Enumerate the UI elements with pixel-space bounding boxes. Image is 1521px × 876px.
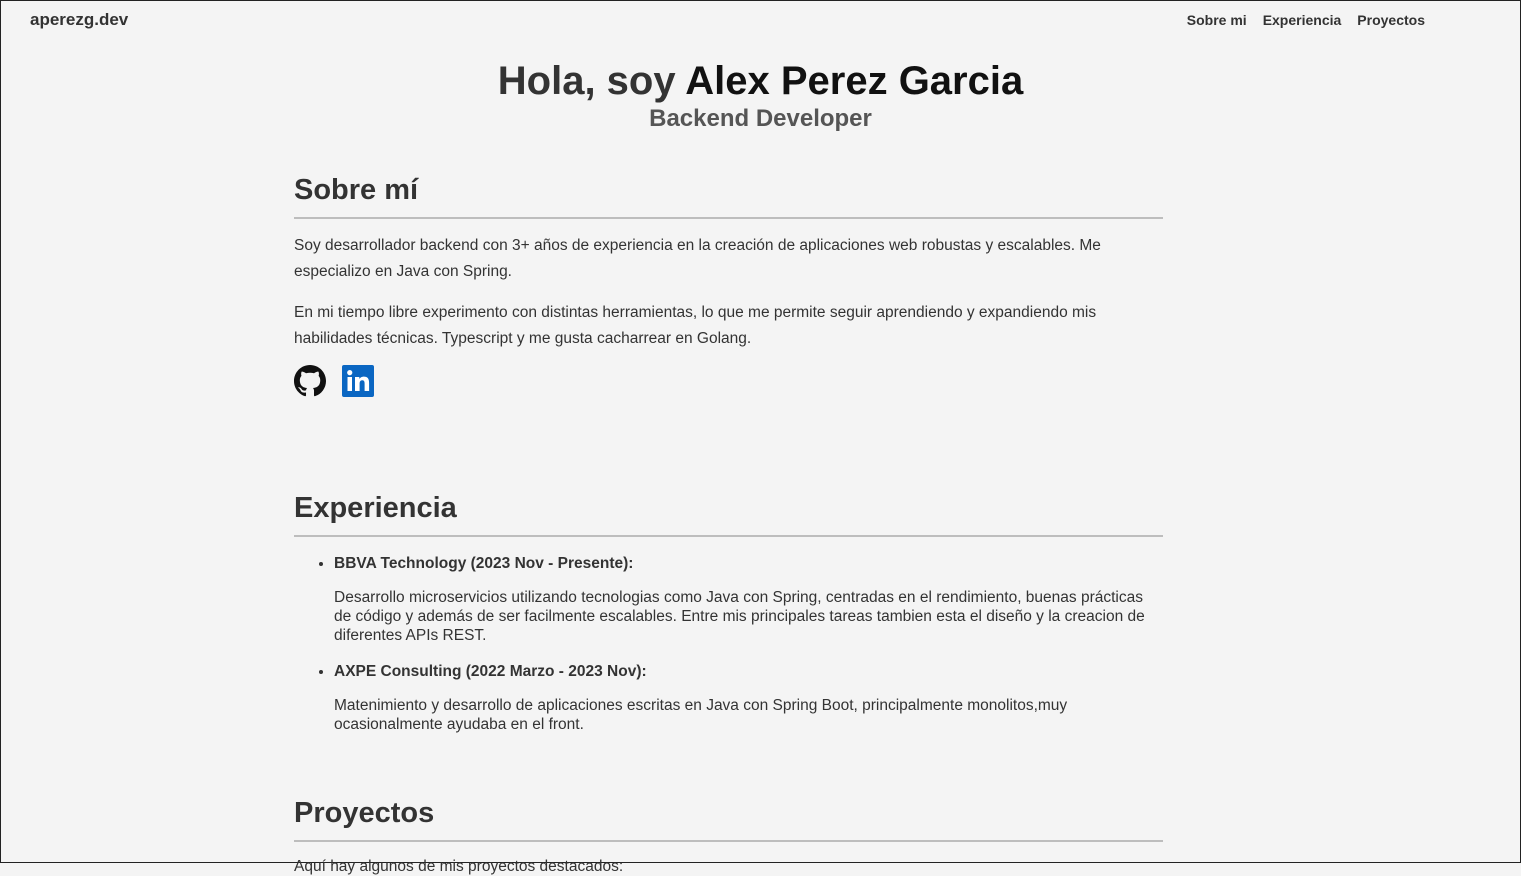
experience-description: Desarrollo microservicios utilizando tec… bbox=[334, 589, 1145, 644]
about-section: Sobre mí Soy desarrollador backend con 3… bbox=[294, 171, 1163, 397]
experience-item: BBVA Technology (2023 Nov - Presente): D… bbox=[334, 553, 1163, 645]
hero-title: Hola, soy Alex Perez Garcia bbox=[1, 56, 1520, 106]
projects-section: Proyectos Aquí hay algunos de mis proyec… bbox=[294, 794, 1163, 876]
about-paragraph-2: En mi tiempo libre experimento con disti… bbox=[294, 304, 1097, 347]
experience-description: Matenimiento y desarrollo de aplicacione… bbox=[334, 697, 1068, 733]
hero-role: Backend Developer bbox=[649, 105, 872, 132]
about-paragraph-1: Soy desarrollador backend con 3+ años de… bbox=[294, 237, 1101, 280]
hero-name: Alex Perez Garcia bbox=[685, 59, 1024, 103]
linkedin-icon[interactable] bbox=[342, 365, 374, 397]
main-content: Sobre mí Soy desarrollador backend con 3… bbox=[294, 171, 1163, 876]
experience-heading: BBVA Technology (2023 Nov - Presente): bbox=[334, 555, 634, 572]
brand-link[interactable]: aperezg.dev bbox=[30, 10, 128, 30]
main-nav: Sobre mi Experiencia Proyectos bbox=[1187, 12, 1425, 28]
experience-list: BBVA Technology (2023 Nov - Presente): D… bbox=[294, 553, 1163, 734]
nav-link-sobre-mi[interactable]: Sobre mi bbox=[1187, 12, 1247, 28]
top-navbar: aperezg.dev Sobre mi Experiencia Proyect… bbox=[1, 1, 1520, 41]
nav-link-experiencia[interactable]: Experiencia bbox=[1263, 12, 1342, 28]
hero-greeting: Hola, soy bbox=[497, 59, 686, 103]
projects-intro: Aquí hay algunos de mis proyectos destac… bbox=[294, 858, 624, 875]
projects-title: Proyectos bbox=[294, 794, 1163, 842]
github-icon[interactable] bbox=[294, 365, 326, 397]
about-title: Sobre mí bbox=[294, 171, 1163, 219]
experience-heading: AXPE Consulting (2022 Marzo - 2023 Nov): bbox=[334, 663, 647, 680]
experience-title: Experiencia bbox=[294, 489, 1163, 537]
experience-section: Experiencia BBVA Technology (2023 Nov - … bbox=[294, 489, 1163, 734]
social-links bbox=[294, 365, 1163, 397]
experience-item: AXPE Consulting (2022 Marzo - 2023 Nov):… bbox=[334, 661, 1163, 734]
nav-link-proyectos[interactable]: Proyectos bbox=[1357, 12, 1425, 28]
hero: Hola, soy Alex Perez Garcia Backend Deve… bbox=[1, 56, 1520, 132]
